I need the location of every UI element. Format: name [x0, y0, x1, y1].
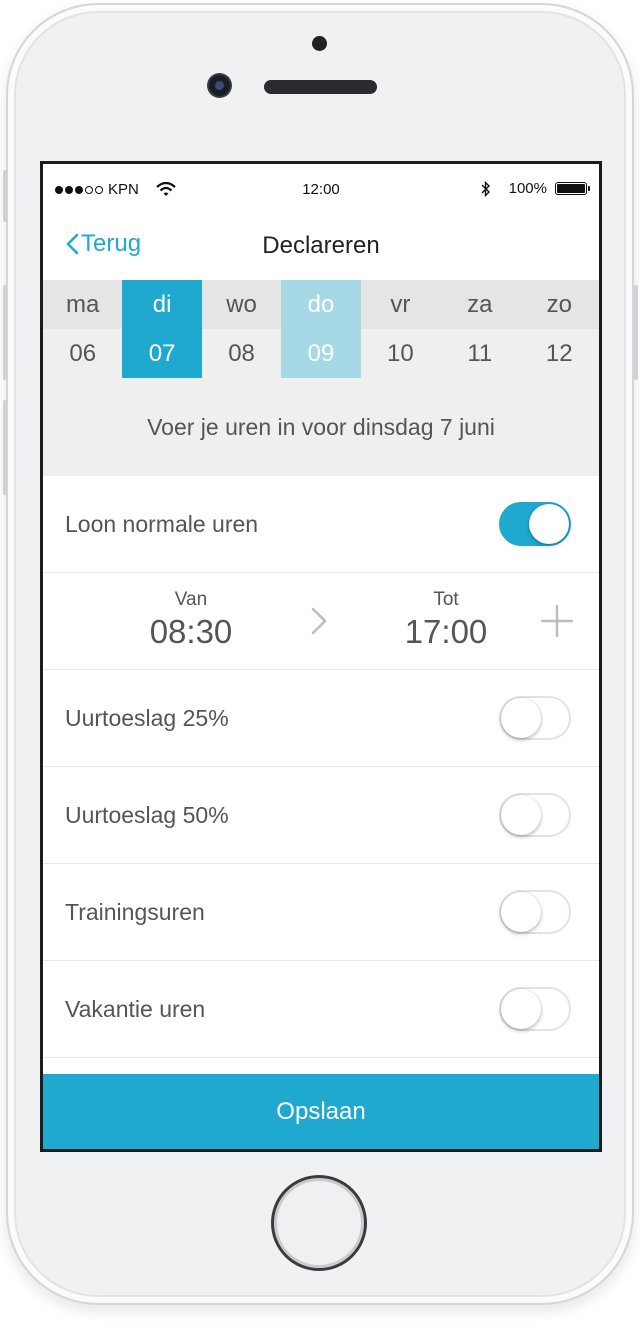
power-button	[634, 285, 638, 380]
navigation-bar: Terug Declareren	[43, 212, 599, 280]
from-value: 08:30	[149, 613, 233, 650]
entry-row-normal-hours: Loon normale uren	[43, 476, 599, 573]
day-name: vr	[360, 280, 441, 329]
to-label: Tot	[433, 589, 459, 610]
day-date: 10	[360, 329, 441, 378]
volume-up-button	[3, 285, 7, 380]
toggle-knob	[501, 989, 541, 1029]
proximity-sensor	[312, 36, 327, 51]
entry-row-surcharge-25: Uurtoeslag 25%	[43, 670, 599, 767]
entry-row-training-hours: Trainingsuren	[43, 864, 599, 961]
to-value: 17:00	[404, 613, 488, 650]
day-monday[interactable]: ma 06	[43, 280, 123, 378]
entry-row-surcharge-50: Uurtoeslag 50%	[43, 767, 599, 864]
bluetooth-icon	[481, 180, 490, 197]
day-date: 11	[440, 329, 520, 378]
from-label: Van	[174, 589, 208, 610]
day-thursday[interactable]: do 09	[281, 280, 361, 378]
entry-row-vacation-hours: Vakantie uren	[43, 961, 599, 1058]
toggle-knob	[501, 795, 541, 835]
status-right: 100%	[481, 180, 590, 197]
plus-icon[interactable]	[539, 603, 575, 639]
day-name: zo	[519, 280, 599, 329]
toggle-knob	[529, 504, 569, 544]
day-date: 08	[201, 329, 282, 378]
week-selector: ma 06 di 07 wo 08 do 09 vr 10 za 11 zo 1…	[43, 280, 599, 378]
home-button[interactable]	[271, 1175, 367, 1271]
day-name: do	[281, 280, 361, 329]
normal-hours-toggle[interactable]	[499, 502, 571, 546]
day-date: 07	[122, 329, 202, 378]
time-range-row: Van 08:30 Tot 17:00	[43, 573, 599, 670]
day-name: ma	[43, 280, 123, 329]
day-friday[interactable]: vr 10	[360, 280, 441, 378]
day-saturday[interactable]: za 11	[440, 280, 520, 378]
entry-label: Trainingsuren	[65, 899, 205, 925]
day-date: 09	[281, 329, 361, 378]
save-button[interactable]: Opslaan	[43, 1074, 599, 1149]
entry-label: Uurtoeslag 50%	[65, 802, 229, 828]
mute-switch	[3, 170, 7, 222]
volume-down-button	[3, 400, 7, 495]
day-sunday[interactable]: zo 12	[519, 280, 599, 378]
day-date: 06	[43, 329, 123, 378]
vacation-hours-toggle[interactable]	[499, 987, 571, 1031]
surcharge-50-toggle[interactable]	[499, 793, 571, 837]
day-name: za	[440, 280, 520, 329]
earpiece-speaker	[264, 80, 377, 94]
from-time-picker[interactable]: Van 08:30	[111, 589, 271, 651]
page-title: Declareren	[262, 232, 380, 259]
day-name: wo	[201, 280, 282, 329]
toggle-knob	[501, 892, 541, 932]
entry-label: Uurtoeslag 25%	[65, 705, 229, 731]
surcharge-25-toggle[interactable]	[499, 696, 571, 740]
day-wednesday[interactable]: wo 08	[201, 280, 282, 378]
day-name: di	[122, 280, 202, 329]
app-screen: KPN 12:00 100% Terug Declareren ma 06 di…	[43, 164, 599, 1149]
entry-label: Vakantie uren	[65, 996, 206, 1022]
to-time-picker[interactable]: Tot 17:00	[366, 589, 526, 651]
entry-label: Loon normale uren	[65, 511, 259, 537]
toggle-knob	[501, 698, 541, 738]
screen: KPN 12:00 100% Terug Declareren ma 06 di…	[40, 161, 602, 1152]
front-camera	[207, 73, 232, 98]
battery-icon	[555, 182, 590, 195]
date-prompt: Voer je uren in voor dinsdag 7 juni	[43, 378, 599, 476]
day-date: 12	[519, 329, 599, 378]
battery-percent: 100%	[508, 180, 547, 197]
chevron-right-icon	[311, 607, 327, 635]
training-hours-toggle[interactable]	[499, 890, 571, 934]
status-bar: KPN 12:00 100%	[43, 164, 599, 212]
day-tuesday[interactable]: di 07	[122, 280, 202, 378]
